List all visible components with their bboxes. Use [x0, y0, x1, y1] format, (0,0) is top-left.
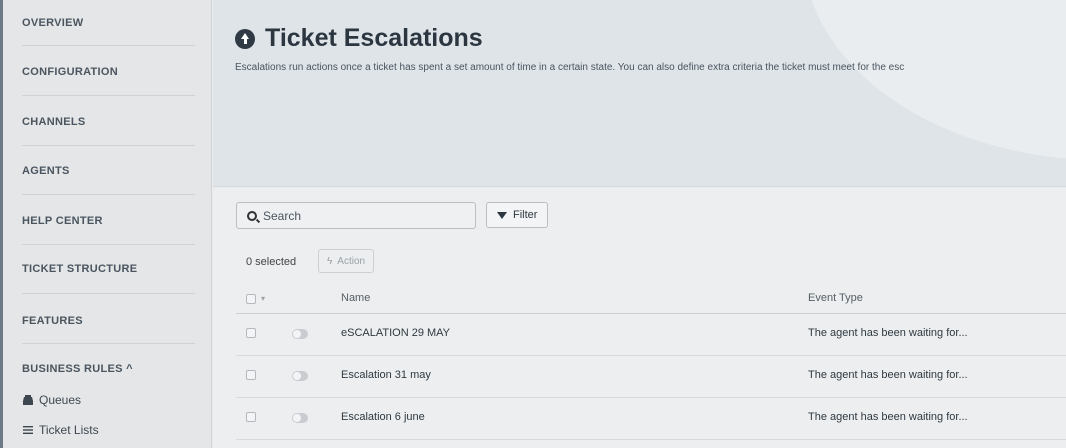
column-header-name[interactable]: Name — [341, 292, 370, 304]
table-header: ▾ Name Event Type — [236, 288, 1066, 314]
cell-name[interactable]: Escalation 6 june — [341, 411, 425, 423]
header-decoration — [803, 0, 1066, 160]
sidebar-item-features[interactable]: FEATURES — [22, 315, 195, 327]
sidebar-item-channels[interactable]: CHANNELS — [22, 116, 195, 128]
sidebar-divider — [22, 145, 195, 146]
table-row[interactable]: eSCALATION 29 MAY The agent has been wai… — [236, 314, 1066, 356]
action-label: Action — [337, 255, 366, 267]
enable-toggle[interactable] — [292, 371, 308, 381]
cell-event-type: The agent has been waiting for... — [808, 369, 968, 381]
selection-count: 0 selected — [246, 256, 297, 268]
row-checkbox[interactable] — [246, 328, 256, 338]
chevron-down-icon[interactable]: ▾ — [261, 294, 265, 303]
inbox-icon — [23, 395, 33, 405]
sidebar-divider — [22, 194, 195, 195]
sidebar-subitem-label: Queues — [39, 393, 82, 407]
search-input[interactable] — [263, 208, 463, 223]
action-button[interactable]: ϟ Action — [318, 249, 375, 273]
up-arrow-circle-icon — [235, 28, 255, 49]
sidebar-item-business-rules[interactable]: BUSINESS RULES ^ — [22, 363, 195, 375]
search-box[interactable] — [236, 202, 476, 229]
sidebar-subitem-ticket-lists[interactable]: Ticket Lists — [22, 423, 99, 437]
page-title: Ticket Escalations — [265, 24, 483, 52]
sidebar: OVERVIEW CONFIGURATION CHANNELS AGENTS H… — [0, 0, 212, 448]
cell-name[interactable]: eSCALATION 29 MAY — [341, 327, 450, 339]
sidebar-item-help-center[interactable]: HELP CENTER — [22, 215, 195, 227]
enable-toggle[interactable] — [292, 329, 308, 339]
sidebar-item-agents[interactable]: AGENTS — [22, 165, 195, 177]
column-header-event-type[interactable]: Event Type — [808, 292, 863, 304]
select-all-checkbox[interactable] — [246, 294, 256, 304]
filter-button[interactable]: Filter — [486, 202, 549, 228]
sidebar-divider — [22, 244, 195, 245]
page-description: Escalations run actions once a ticket ha… — [235, 62, 905, 73]
table-row[interactable]: Escalation 6 june The agent has been wai… — [236, 398, 1066, 440]
sidebar-divider — [22, 343, 195, 344]
row-checkbox[interactable] — [246, 412, 256, 422]
sidebar-item-configuration[interactable]: CONFIGURATION — [22, 66, 195, 78]
row-checkbox[interactable] — [246, 370, 256, 380]
table-row[interactable]: Escalation 31 may The agent has been wai… — [236, 356, 1066, 398]
sidebar-divider — [22, 95, 195, 96]
sidebar-subitem-label: Ticket Lists — [39, 423, 99, 437]
sidebar-divider — [22, 293, 195, 294]
sidebar-divider — [22, 45, 195, 46]
sidebar-item-overview[interactable]: OVERVIEW — [22, 17, 195, 29]
filter-label: Filter — [513, 209, 538, 221]
bolt-icon: ϟ — [327, 255, 333, 267]
page-header: Ticket Escalations Escalations run actio… — [213, 0, 1066, 187]
sidebar-item-ticket-structure[interactable]: TICKET STRUCTURE — [22, 263, 195, 275]
cell-event-type: The agent has been waiting for... — [808, 327, 968, 339]
cell-event-type: The agent has been waiting for... — [808, 411, 968, 423]
list-icon — [23, 426, 33, 434]
title-row: Ticket Escalations — [235, 24, 483, 53]
enable-toggle[interactable] — [292, 413, 308, 423]
search-icon — [247, 210, 257, 221]
sidebar-subitem-queues[interactable]: Queues — [22, 393, 81, 407]
cell-name[interactable]: Escalation 31 may — [341, 369, 431, 381]
filter-icon — [497, 211, 507, 219]
main-content: Filter 0 selected ϟ Action ▾ Name Event … — [213, 188, 1066, 448]
app-window: OVERVIEW CONFIGURATION CHANNELS AGENTS H… — [0, 0, 1066, 448]
